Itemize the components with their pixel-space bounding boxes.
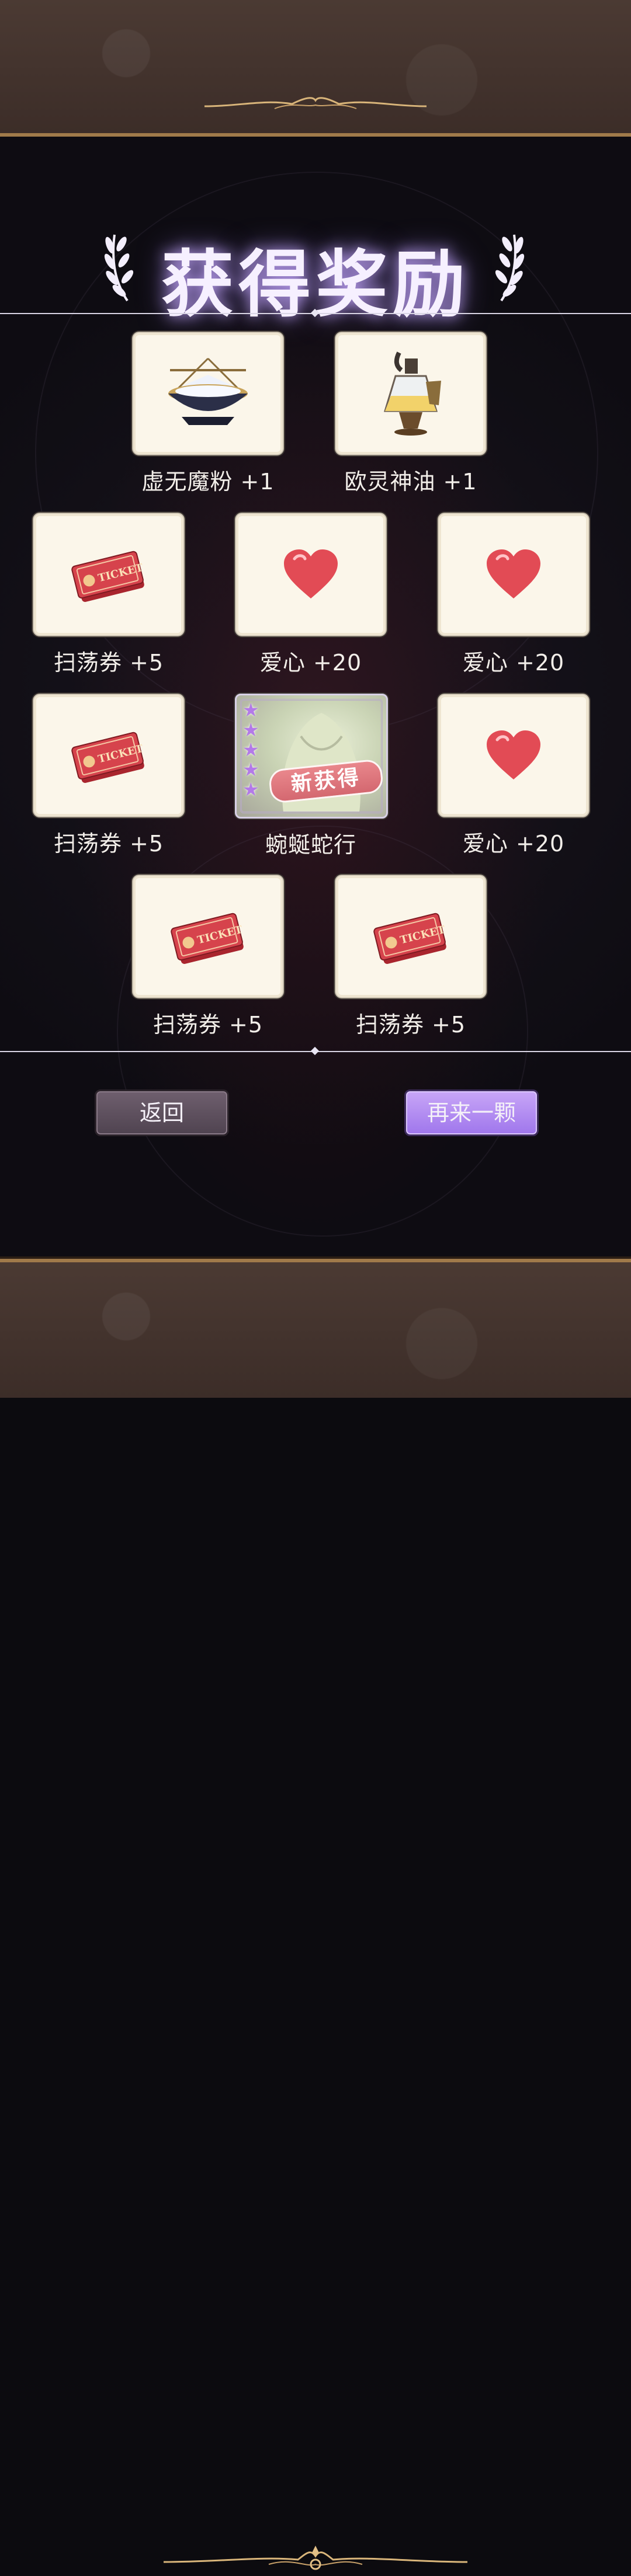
reward-item-ticket[interactable]: TICKET 扫荡券 +5 (33, 694, 185, 858)
reward-card (235, 513, 387, 636)
ornament-flourish-icon (204, 97, 427, 109)
reward-card (132, 332, 284, 455)
reward-label: 欧灵神油 +1 (344, 469, 477, 495)
heart-icon (487, 730, 540, 779)
top-decor-band (0, 0, 631, 137)
divider-bottom (0, 1046, 631, 1056)
reward-card (335, 332, 487, 455)
star-icon: ★ (242, 758, 259, 781)
ticket-icon: TICKET (71, 551, 145, 602)
reward-item-oil[interactable]: 欧灵神油 +1 (335, 332, 487, 496)
powder-bowl-icon (168, 357, 248, 425)
reward-item-heart[interactable]: 爱心 +20 (438, 694, 590, 858)
heart-icon (487, 549, 540, 598)
ornament-flourish-icon (164, 2546, 467, 2570)
reward-item-heart[interactable]: 爱心 +20 (235, 513, 387, 677)
ticket-icon: TICKET (71, 732, 145, 783)
ticket-icon: TICKET (373, 913, 447, 964)
reward-label: 扫荡券 +5 (53, 650, 164, 676)
reward-card: TICKET (132, 875, 284, 998)
reward-card: TICKET (33, 694, 185, 817)
reward-item-ticket[interactable]: TICKET 扫荡券 +5 (132, 875, 284, 1039)
reward-label: 虚无魔粉 +1 (141, 469, 275, 495)
reward-label: 爱心 +20 (462, 650, 565, 676)
ticket-icon: TICKET (171, 913, 244, 964)
bottom-decor-band (0, 1259, 631, 2570)
reward-card: TICKET (33, 513, 185, 636)
new-card-portrait: ★ ★ ★ ★ ★ 新获得 (235, 694, 388, 819)
draw-again-button[interactable]: 再来一颗 (404, 1089, 539, 1136)
reward-label: 爱心 +20 (259, 650, 362, 676)
title-banner: 获得奖励 (0, 220, 631, 327)
star-icon: ★ (242, 778, 259, 800)
reward-item-ticket[interactable]: TICKET 扫荡券 +5 (33, 513, 185, 677)
rarity-stars: ★ ★ ★ ★ ★ (242, 700, 260, 799)
reward-item-heart[interactable]: 爱心 +20 (438, 513, 590, 677)
oil-flask-icon (383, 351, 441, 436)
reward-card: TICKET (335, 875, 487, 998)
reward-item-powder[interactable]: 虚无魔粉 +1 (132, 332, 284, 496)
back-button[interactable]: 返回 (95, 1089, 229, 1136)
reward-label: 扫荡券 +5 (355, 1012, 466, 1038)
reward-label: 扫荡券 +5 (152, 1012, 264, 1038)
reward-label: 扫荡券 +5 (53, 831, 164, 857)
reward-label: 爱心 +20 (462, 831, 565, 857)
reward-item-new-card[interactable]: ★ ★ ★ ★ ★ 新获得 蜿蜒蛇行 (235, 694, 388, 859)
heart-icon (284, 549, 338, 598)
reward-item-ticket[interactable]: TICKET 扫荡券 +5 (335, 875, 487, 1039)
star-icon: ★ (242, 739, 259, 761)
divider-top (0, 308, 631, 318)
star-icon: ★ (242, 719, 259, 741)
laurel-right-icon (495, 234, 525, 302)
reward-card (438, 513, 590, 636)
star-icon: ★ (242, 699, 259, 721)
reward-card (438, 694, 590, 817)
reward-label: 蜿蜒蛇行 (265, 832, 356, 858)
